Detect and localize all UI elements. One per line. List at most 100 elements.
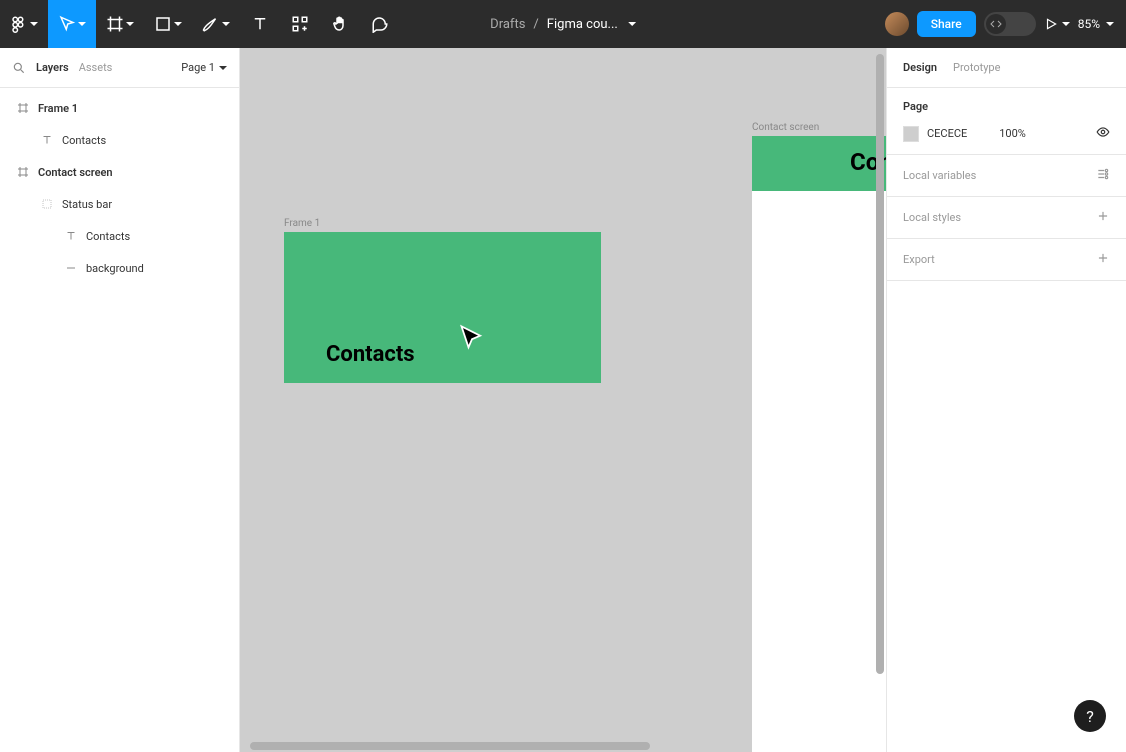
chevron-down-icon bbox=[126, 17, 134, 31]
layer-label: Frame 1 bbox=[38, 102, 78, 115]
present-button[interactable] bbox=[1044, 17, 1070, 31]
plus-icon[interactable] bbox=[1096, 251, 1110, 268]
page-selector[interactable]: Page 1 bbox=[181, 61, 227, 74]
horizontal-scrollbar[interactable] bbox=[250, 742, 880, 750]
chevron-down-icon bbox=[219, 64, 227, 72]
canvas-frame-1[interactable]: Contacts bbox=[284, 232, 601, 383]
breadcrumb-parent[interactable]: Drafts bbox=[490, 17, 525, 32]
layer-label: Contacts bbox=[62, 134, 106, 147]
plus-icon[interactable] bbox=[1096, 209, 1110, 226]
layer-row-line[interactable]: background bbox=[0, 252, 239, 284]
main-area: Layers Assets Page 1 Frame 1 Contacts Co… bbox=[0, 48, 1126, 752]
chevron-down-icon bbox=[174, 17, 182, 31]
text-tool-button[interactable] bbox=[240, 0, 280, 48]
frame-icon bbox=[16, 102, 30, 114]
design-tab[interactable]: Design bbox=[903, 61, 937, 74]
scrollbar-thumb[interactable] bbox=[876, 54, 884, 674]
section-title: Local styles bbox=[903, 211, 961, 224]
layer-row-group[interactable]: Status bar bbox=[0, 188, 239, 220]
share-button[interactable]: Share bbox=[917, 11, 976, 37]
layer-label: background bbox=[86, 262, 144, 275]
resources-button[interactable] bbox=[280, 0, 320, 48]
layer-label: Contacts bbox=[86, 230, 130, 243]
section-title: Export bbox=[903, 253, 935, 266]
right-panel-tabs: Design Prototype bbox=[887, 48, 1126, 88]
move-tool-icon bbox=[58, 15, 76, 33]
shape-tool-button[interactable] bbox=[144, 0, 192, 48]
breadcrumb-separator: / bbox=[533, 17, 538, 32]
page-section: Page CECECE 100% bbox=[887, 88, 1126, 155]
frame-tool-icon bbox=[106, 15, 124, 33]
user-avatar[interactable] bbox=[885, 12, 909, 36]
page-label: Page 1 bbox=[181, 61, 215, 74]
chevron-down-icon bbox=[1062, 17, 1070, 31]
left-panel: Layers Assets Page 1 Frame 1 Contacts Co… bbox=[0, 48, 240, 752]
toolbar-left-group bbox=[0, 0, 400, 48]
hand-tool-button[interactable] bbox=[320, 0, 360, 48]
text-icon bbox=[64, 230, 78, 242]
layer-label: Status bar bbox=[62, 198, 112, 211]
chevron-down-icon[interactable] bbox=[628, 17, 636, 32]
resources-icon bbox=[291, 15, 309, 33]
move-tool-button[interactable] bbox=[48, 0, 96, 48]
comment-tool-button[interactable] bbox=[360, 0, 400, 48]
vertical-scrollbar[interactable] bbox=[876, 54, 884, 712]
chevron-down-icon bbox=[222, 17, 230, 31]
layer-label: Contact screen bbox=[38, 166, 113, 179]
assets-tab[interactable]: Assets bbox=[79, 61, 113, 74]
export-section[interactable]: Export bbox=[887, 239, 1126, 281]
figma-menu-icon bbox=[10, 15, 28, 33]
local-styles-section[interactable]: Local styles bbox=[887, 197, 1126, 239]
layer-row-frame[interactable]: Frame 1 bbox=[0, 92, 239, 124]
canvas-frame-label[interactable]: Contact screen bbox=[752, 122, 819, 133]
frame-icon bbox=[16, 166, 30, 178]
canvas-text-contacts[interactable]: Contacts bbox=[326, 342, 415, 367]
section-title: Local variables bbox=[903, 169, 976, 182]
comment-icon bbox=[371, 15, 389, 33]
layer-row-text[interactable]: Contacts bbox=[0, 124, 239, 156]
line-icon bbox=[64, 262, 78, 274]
help-button[interactable]: ? bbox=[1074, 700, 1106, 732]
layer-tree: Frame 1 Contacts Contact screen Status b… bbox=[0, 88, 239, 284]
chevron-down-icon bbox=[30, 17, 38, 31]
color-hex[interactable]: CECECE bbox=[927, 127, 967, 140]
left-panel-header: Layers Assets Page 1 bbox=[0, 48, 239, 88]
group-icon bbox=[40, 198, 54, 210]
prototype-tab[interactable]: Prototype bbox=[953, 61, 1000, 74]
breadcrumb-file[interactable]: Figma cou... bbox=[547, 17, 618, 32]
layer-row-text[interactable]: Contacts bbox=[0, 220, 239, 252]
scrollbar-thumb[interactable] bbox=[250, 742, 650, 750]
chevron-down-icon bbox=[1106, 17, 1114, 31]
canvas-status-bar[interactable]: Cont bbox=[752, 136, 886, 191]
hand-tool-icon bbox=[331, 15, 349, 33]
page-background-row[interactable]: CECECE 100% bbox=[903, 125, 1110, 142]
rectangle-tool-icon bbox=[154, 15, 172, 33]
top-toolbar: Drafts / Figma cou... Share 85% bbox=[0, 0, 1126, 48]
text-tool-icon bbox=[251, 15, 269, 33]
play-icon bbox=[1044, 17, 1058, 31]
canvas-frame-contact-screen[interactable]: Cont bbox=[752, 136, 886, 752]
zoom-value: 85% bbox=[1078, 17, 1100, 31]
search-icon[interactable] bbox=[12, 61, 26, 75]
eye-icon bbox=[1096, 125, 1110, 139]
pen-tool-button[interactable] bbox=[192, 0, 240, 48]
color-swatch[interactable] bbox=[903, 126, 919, 142]
settings-icon[interactable] bbox=[1096, 167, 1110, 184]
frame-tool-button[interactable] bbox=[96, 0, 144, 48]
canvas[interactable]: Frame 1 Contacts Contact screen Cont bbox=[240, 48, 886, 752]
help-icon: ? bbox=[1086, 707, 1094, 726]
toolbar-right-group: Share 85% bbox=[885, 0, 1126, 48]
layers-tab[interactable]: Layers bbox=[36, 61, 69, 74]
text-icon bbox=[40, 134, 54, 146]
color-opacity[interactable]: 100% bbox=[999, 127, 1026, 140]
chevron-down-icon bbox=[78, 17, 86, 31]
file-breadcrumb[interactable]: Drafts / Figma cou... bbox=[490, 17, 636, 32]
canvas-frame-label[interactable]: Frame 1 bbox=[284, 218, 320, 229]
main-menu-button[interactable] bbox=[0, 0, 48, 48]
visibility-toggle[interactable] bbox=[1096, 125, 1110, 142]
right-panel: Design Prototype Page CECECE 100% Local … bbox=[886, 48, 1126, 752]
zoom-control[interactable]: 85% bbox=[1078, 17, 1114, 31]
layer-row-frame[interactable]: Contact screen bbox=[0, 156, 239, 188]
dev-mode-toggle[interactable] bbox=[984, 12, 1036, 36]
local-variables-section[interactable]: Local variables bbox=[887, 155, 1126, 197]
